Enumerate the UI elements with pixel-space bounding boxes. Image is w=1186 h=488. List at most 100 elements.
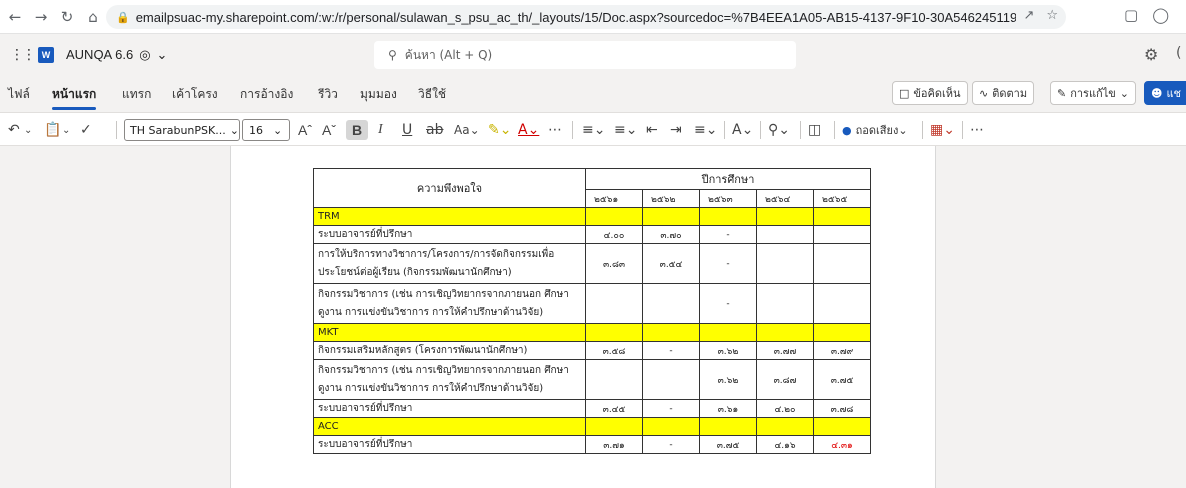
table-row: กิจกรรมวิชาการ (เช่น การเชิญวิทยากรจากภา… xyxy=(313,359,871,400)
activity-icon: ∿ xyxy=(979,86,989,100)
comments-button[interactable]: □ ข้อคิดเห็น xyxy=(892,81,968,105)
more-commands-icon[interactable]: ⋯ xyxy=(970,120,984,140)
value-cell: - xyxy=(642,341,700,360)
year-header: ๒๕๖๑ xyxy=(585,189,643,208)
share-people-icon: ☻ xyxy=(1151,86,1163,100)
align-icon[interactable]: ≡⌄ xyxy=(694,120,717,140)
dictate-button[interactable]: ● ถอดเสียง ⌄ xyxy=(842,120,908,140)
format-painter-icon[interactable]: ✓ xyxy=(80,120,92,140)
value-cell xyxy=(699,417,757,436)
table-row: กิจกรรมวิชาการ (เช่น การเชิญวิทยากรจากภา… xyxy=(313,283,871,324)
value-cell: ๔.๓๑ xyxy=(813,435,871,454)
value-cell xyxy=(642,207,700,226)
comment-icon: □ xyxy=(899,86,910,100)
toolbar-divider xyxy=(834,121,835,139)
document-page[interactable]: ความพึงพอใจ ปีการศึกษา ๒๕๖๑ ๒๕๖๒ ๒๕๖๓ ๒๕… xyxy=(230,146,936,488)
value-cell: ๓.๗๐ xyxy=(642,225,700,244)
immersive-reader-icon[interactable]: ◫ xyxy=(808,120,821,140)
header-item: ความพึงพอใจ xyxy=(313,168,586,208)
chevron-down-icon[interactable]: ⌄ xyxy=(62,120,70,140)
address-bar[interactable]: 🔒 emailpsuac-my.sharepoint.com/:w:/r/per… xyxy=(106,5,1066,29)
tab-layout[interactable]: เค้าโครง xyxy=(172,85,218,104)
chevron-down-icon[interactable]: ⌄ xyxy=(24,120,32,140)
tab-references[interactable]: การอ้างอิง xyxy=(240,85,293,104)
share-label: แช xyxy=(1166,87,1182,100)
share-page-icon[interactable]: ↗ xyxy=(1023,8,1034,23)
comments-label: ข้อคิดเห็น xyxy=(913,87,961,100)
home-icon[interactable]: ⌂ xyxy=(82,6,104,28)
tab-view[interactable]: มุมมอง xyxy=(360,85,397,104)
reload-icon[interactable]: ↻ xyxy=(56,6,78,28)
numbered-list-icon[interactable]: ≡⌄ xyxy=(614,120,637,140)
browser-toolbar: ← → ↻ ⌂ 🔒 emailpsuac-my.sharepoint.com/:… xyxy=(0,0,1186,34)
italic-icon[interactable]: I xyxy=(378,120,383,140)
tab-home[interactable]: หน้าแรก xyxy=(52,85,97,110)
value-cell xyxy=(813,243,871,284)
value-cell xyxy=(585,323,643,342)
year-header: ๒๕๖๓ xyxy=(699,189,757,208)
app-header: ⋮⋮⋮ W AUNQA 6.6 ◎ ⌄ ⚲ ค้นหา (Alt + Q) ⚙ … xyxy=(0,34,1186,76)
font-name-select[interactable]: TH SarabunPSK... ⌄ xyxy=(124,119,240,141)
undo-icon[interactable]: ↶ xyxy=(8,120,20,140)
increase-indent-icon[interactable]: ⇥ xyxy=(670,120,682,140)
bold-icon[interactable]: B xyxy=(346,120,368,140)
underline-icon[interactable]: U xyxy=(402,120,412,140)
tab-file[interactable]: ไฟล์ xyxy=(8,85,30,104)
value-cell: ๔.๒๐ xyxy=(756,399,814,418)
value-cell: ๓.๖๒ xyxy=(699,359,757,400)
value-cell: ๓.๗๘ xyxy=(813,399,871,418)
tab-help[interactable]: วิธีใช้ xyxy=(418,85,446,104)
paste-icon[interactable]: 📋 xyxy=(44,120,61,140)
font-color-icon[interactable]: A⌄ xyxy=(518,120,539,140)
value-cell xyxy=(642,283,700,324)
toolbar-divider xyxy=(760,121,761,139)
search-input[interactable]: ⚲ ค้นหา (Alt + Q) xyxy=(374,41,796,69)
bookmark-star-icon[interactable]: ☆ xyxy=(1046,8,1058,23)
back-icon[interactable]: ← xyxy=(4,6,26,28)
dictate-label: ถอดเสียง xyxy=(855,124,899,137)
value-cell xyxy=(813,225,871,244)
font-size-select[interactable]: 16 ⌄ xyxy=(242,119,290,141)
item-label: กิจกรรมเสริมหลักสูตร (โครงการพัฒนานักศึก… xyxy=(313,341,586,360)
bullet-list-icon[interactable]: ≡⌄ xyxy=(582,120,605,140)
value-cell xyxy=(699,323,757,342)
follow-button[interactable]: ∿ ติดตาม xyxy=(972,81,1035,105)
window-icon[interactable]: ▢ xyxy=(1124,6,1138,24)
item-label-line: การให้บริการทางวิชาการ/โครงการ/การจัดกิจ… xyxy=(318,249,555,260)
value-cell: - xyxy=(642,435,700,454)
tab-review[interactable]: รีวิว xyxy=(318,85,338,104)
lock-icon: 🔒 xyxy=(116,10,130,24)
item-label: ระบบอาจารย์ที่ปรึกษา xyxy=(313,225,586,244)
editing-mode-button[interactable]: ✎ การแก้ไข ⌄ xyxy=(1050,81,1136,105)
find-icon[interactable]: ⚲⌄ xyxy=(768,120,790,140)
item-label: ระบบอาจารย์ที่ปรึกษา xyxy=(313,435,586,454)
strikethrough-icon[interactable]: ab xyxy=(426,120,443,140)
styles-icon[interactable]: A⌄ xyxy=(732,120,753,140)
item-label-line: ประโยชน์ต่อผู้เรียน (กิจกรรมพัฒนานักศึกษ… xyxy=(318,267,512,278)
value-cell: ๓.๗๙ xyxy=(813,341,871,360)
document-title[interactable]: AUNQA 6.6 ◎ ⌄ xyxy=(66,47,167,63)
value-cell: ๓.๘๓ xyxy=(585,243,643,284)
add-ins-icon[interactable]: ▦⌄ xyxy=(930,120,955,140)
tab-insert[interactable]: แทรก xyxy=(122,85,151,104)
document-canvas: ความพึงพอใจ ปีการศึกษา ๒๕๖๑ ๒๕๖๒ ๒๕๖๓ ๒๕… xyxy=(0,146,1186,488)
profile-icon[interactable]: ◯ xyxy=(1152,6,1169,24)
grow-font-icon[interactable]: Aˆ xyxy=(298,120,312,140)
item-label: ระบบอาจารย์ที่ปรึกษา xyxy=(313,399,586,418)
settings-gear-icon[interactable]: ⚙ xyxy=(1144,45,1158,64)
forward-icon[interactable]: → xyxy=(30,6,52,28)
decrease-indent-icon[interactable]: ⇤ xyxy=(646,120,658,140)
font-name-value: TH SarabunPSK... xyxy=(130,123,226,137)
more-options-icon[interactable]: ⋯ xyxy=(548,120,562,140)
highlight-color-icon[interactable]: ✎⌄ xyxy=(488,120,511,140)
document-title-text: AUNQA 6.6 xyxy=(66,47,134,62)
table-row: ระบบอาจารย์ที่ปรึกษา ๓.๔๕-๓.๖๑ ๔.๒๐ ๓.๗๘ xyxy=(313,399,871,418)
share-button[interactable]: ☻ แช xyxy=(1144,81,1186,105)
value-cell: ๓.๔๕ xyxy=(585,399,643,418)
shrink-font-icon[interactable]: Aˇ xyxy=(322,120,336,140)
change-case-icon[interactable]: Aa⌄ xyxy=(454,120,480,140)
value-cell xyxy=(585,207,643,226)
follow-label: ติดตาม xyxy=(992,87,1028,100)
value-cell: ๓.๗๑ xyxy=(585,435,643,454)
account-icon[interactable]: ( xyxy=(1176,45,1181,61)
